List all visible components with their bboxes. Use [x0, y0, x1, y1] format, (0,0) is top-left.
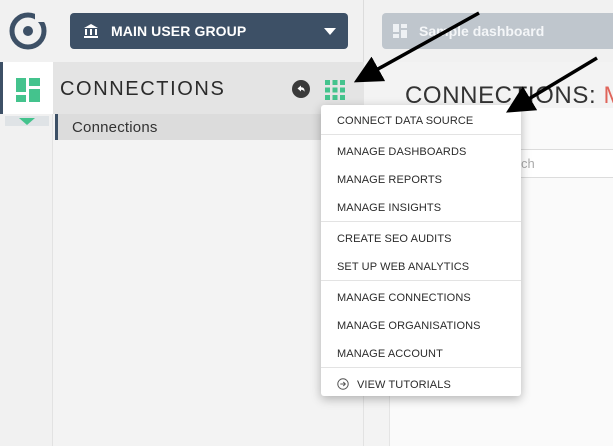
menu-item-create-seo-audits[interactable]: CREATE SEO AUDITS	[321, 225, 521, 251]
menu-item-manage-dashboards[interactable]: MANAGE DASHBOARDS	[321, 138, 521, 164]
menu-item-view-tutorials[interactable]: VIEW TUTORIALS	[321, 371, 521, 397]
menu-divider	[321, 134, 521, 135]
dashboard-selector-label: Sample dashboard	[419, 23, 545, 39]
menu-item-label: MANAGE CONNECTIONS	[337, 292, 471, 304]
menu-item-label: MANAGE DASHBOARDS	[337, 146, 467, 158]
menu-item-label: MANAGE INSIGHTS	[337, 202, 442, 214]
undo-icon[interactable]	[292, 80, 310, 98]
chevron-down-icon	[324, 28, 336, 35]
dashboard-icon	[16, 78, 40, 102]
menu-item-manage-organisations[interactable]: MANAGE ORGANISATIONS	[321, 312, 521, 338]
menu-divider	[321, 221, 521, 222]
menu-item-label: MANAGE ACCOUNT	[337, 348, 443, 360]
menu-item-manage-connections[interactable]: MANAGE CONNECTIONS	[321, 284, 521, 310]
search-placeholder: ch	[521, 156, 535, 171]
user-group-label: MAIN USER GROUP	[111, 23, 247, 39]
section-title: CONNECTIONS	[60, 78, 226, 100]
nav-expand-toggle[interactable]	[5, 116, 49, 126]
menu-item-label: MANAGE REPORTS	[337, 174, 443, 186]
menu-divider	[321, 367, 521, 368]
dashboard-icon	[393, 24, 407, 38]
app-logo-icon[interactable]	[7, 10, 49, 52]
apps-grid-icon[interactable]	[324, 79, 346, 101]
menu-item-label: MANAGE ORGANISATIONS	[337, 320, 481, 332]
apps-dropdown-menu: CONNECT DATA SOURCE MANAGE DASHBOARDS MA…	[321, 105, 521, 396]
menu-item-label: CONNECT DATA SOURCE	[337, 115, 474, 127]
dashboard-selector[interactable]: Sample dashboard	[382, 13, 613, 49]
menu-item-label: VIEW TUTORIALS	[357, 379, 451, 391]
arrow-circle-right-icon	[337, 378, 349, 390]
menu-item-label: SET UP WEB ANALYTICS	[337, 261, 470, 273]
menu-item-manage-insights[interactable]: MANAGE INSIGHTS	[321, 194, 521, 220]
sidebar-item-connections[interactable]: Connections	[55, 114, 360, 140]
triangle-down-icon	[19, 118, 35, 125]
menu-item-manage-reports[interactable]: MANAGE REPORTS	[321, 166, 521, 192]
sidebar-item-label: Connections	[72, 119, 158, 136]
left-nav	[0, 62, 53, 446]
top-bar: MAIN USER GROUP Sample dashboard	[0, 0, 613, 62]
divider	[363, 0, 364, 62]
menu-item-manage-account[interactable]: MANAGE ACCOUNT	[321, 340, 521, 366]
menu-item-connect-data-source[interactable]: CONNECT DATA SOURCE	[321, 107, 521, 133]
menu-divider	[321, 280, 521, 281]
menu-item-label: CREATE SEO AUDITS	[337, 233, 452, 245]
menu-item-set-up-web-analytics[interactable]: SET UP WEB ANALYTICS	[321, 253, 521, 279]
user-group-dropdown[interactable]: MAIN USER GROUP	[70, 13, 348, 49]
page-title-accent: M	[603, 82, 613, 109]
bank-icon	[84, 24, 98, 38]
